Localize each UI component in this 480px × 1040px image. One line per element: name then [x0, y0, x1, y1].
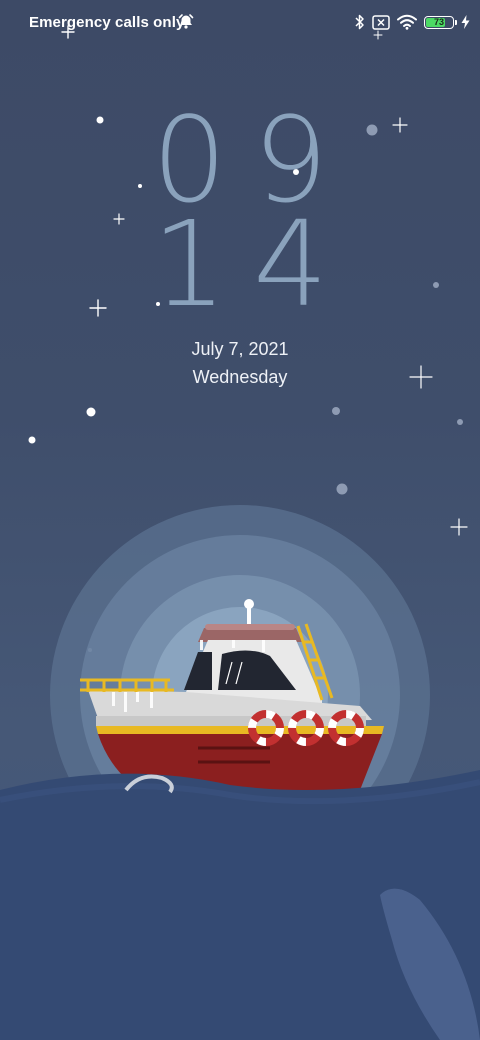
- lock-date: July 7, 2021: [191, 339, 289, 359]
- carrier-status-text: Emergency calls only: [29, 14, 185, 31]
- battery-icon: 73: [424, 15, 457, 29]
- status-icons: 73: [355, 12, 470, 32]
- lock-clock: 09 14: [0, 101, 480, 333]
- alarm-icon: [178, 14, 194, 29]
- lock-weekday: Wednesday: [192, 367, 288, 387]
- no-sim-icon: [372, 14, 390, 30]
- battery-level-text: 73: [433, 17, 444, 27]
- bluetooth-icon: [355, 14, 364, 30]
- wifi-icon: [397, 14, 417, 30]
- clock-minute: 14: [151, 195, 355, 333]
- charging-bolt-icon: [461, 15, 470, 29]
- status-bar: Emergency calls only 73: [0, 0, 480, 44]
